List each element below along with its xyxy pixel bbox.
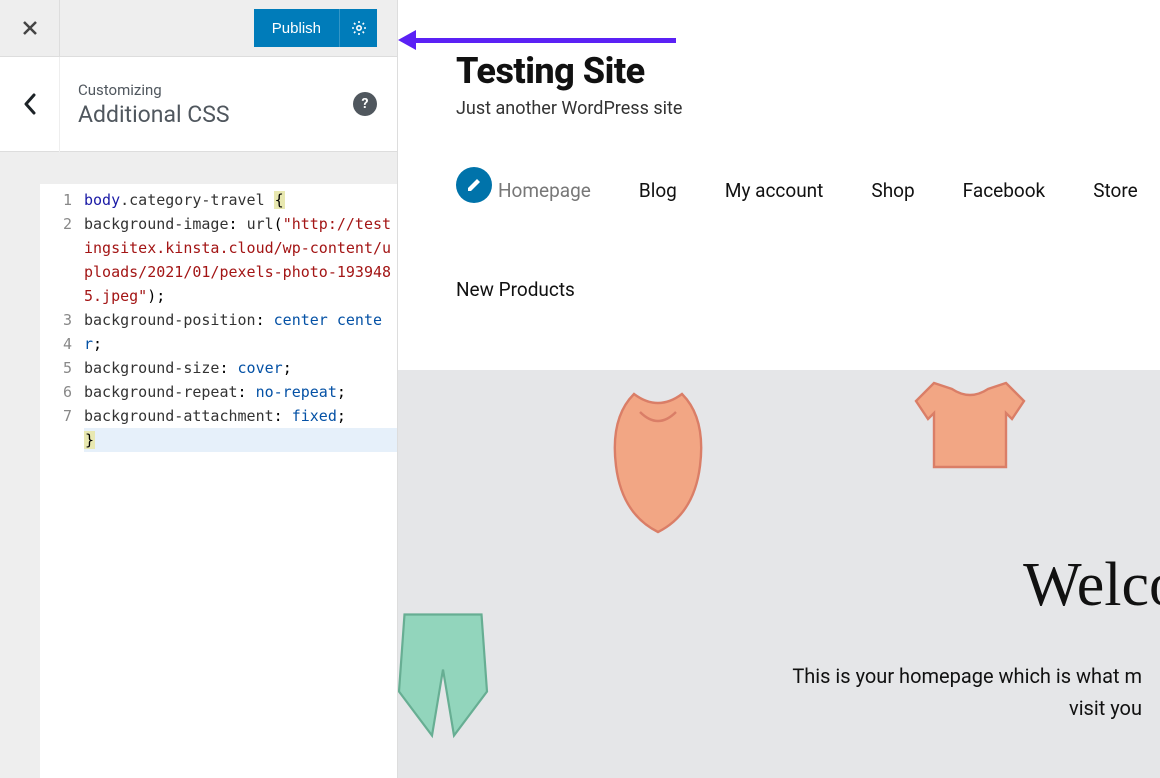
arrow-line — [416, 38, 676, 43]
code-line[interactable]: background-image: url("http://testingsit… — [84, 212, 397, 308]
breadcrumb: Customizing — [78, 81, 353, 99]
back-button[interactable] — [0, 57, 60, 152]
arrow-head — [398, 30, 416, 50]
publish-button[interactable]: Publish — [254, 9, 339, 47]
nav-link-shop[interactable]: Shop — [871, 179, 914, 202]
section-title: Additional CSS — [78, 101, 353, 128]
close-icon — [22, 20, 38, 36]
chevron-left-icon — [23, 93, 37, 115]
hero-subcopy-line2: visit you — [792, 692, 1142, 724]
doodle-tshirt — [910, 370, 1030, 480]
help-icon: ? — [362, 96, 369, 112]
code-line[interactable]: background-attachment: fixed; — [84, 404, 397, 428]
doodle-hoodie — [598, 380, 718, 540]
close-button[interactable] — [0, 0, 60, 57]
code-line[interactable]: body.category-travel { — [84, 188, 397, 212]
code-line[interactable]: background-position: center center; — [84, 308, 397, 356]
publish-group: Publish — [254, 9, 377, 47]
hero-heading: Welco — [1023, 550, 1160, 621]
line-number: 5 — [40, 356, 72, 380]
line-number: 2 — [40, 212, 72, 308]
hero-section: Welco This is your homepage which is wha… — [398, 370, 1160, 778]
nav-link-store[interactable]: Store — [1093, 179, 1138, 202]
nav-link-facebook[interactable]: Facebook — [963, 179, 1046, 202]
line-number: 3 — [40, 308, 72, 332]
customizer-panel: Publish Customizing Additional CSS ? 123… — [0, 0, 398, 778]
site-title[interactable]: Testing Site — [456, 50, 1160, 92]
help-button[interactable]: ? — [353, 92, 377, 116]
hero-subcopy-line1: This is your homepage which is what m — [792, 660, 1142, 692]
hero-subcopy: This is your homepage which is what m vi… — [792, 660, 1160, 724]
code-content[interactable]: body.category-travel {background-image: … — [80, 184, 397, 778]
section-header: Customizing Additional CSS ? — [0, 57, 397, 152]
customizer-topbar: Publish — [0, 0, 397, 57]
section-text: Customizing Additional CSS — [60, 81, 353, 128]
css-editor[interactable]: 1234567 body.category-travel {background… — [40, 184, 397, 778]
primary-nav: Homepage Blog My account Shop Facebook Store — [498, 179, 1160, 202]
line-number: 7 — [40, 404, 72, 428]
code-line[interactable]: } — [84, 428, 397, 452]
pencil-icon — [466, 177, 482, 193]
publish-settings-button[interactable] — [339, 9, 377, 47]
secondary-nav-item[interactable]: New Products — [456, 278, 1160, 301]
site-tagline: Just another WordPress site — [456, 98, 1160, 119]
code-line[interactable]: background-repeat: no-repeat; — [84, 380, 397, 404]
code-editor-wrap: 1234567 body.category-travel {background… — [0, 152, 397, 778]
gear-icon — [351, 20, 367, 36]
line-number: 4 — [40, 332, 72, 356]
nav-link-my-account[interactable]: My account — [725, 179, 824, 202]
line-number: 1 — [40, 188, 72, 212]
code-line[interactable]: background-size: cover; — [84, 356, 397, 380]
line-number: 6 — [40, 380, 72, 404]
doodle-shorts — [398, 600, 498, 750]
edit-shortcut-button[interactable] — [456, 167, 492, 203]
annotation-arrow — [398, 30, 676, 50]
nav-link-blog[interactable]: Blog — [639, 179, 677, 202]
nav-link-homepage[interactable]: Homepage — [498, 179, 591, 202]
site-preview: Testing Site Just another WordPress site… — [398, 0, 1160, 778]
gutter-left-pad — [0, 184, 40, 778]
line-number-gutter: 1234567 — [40, 184, 80, 778]
